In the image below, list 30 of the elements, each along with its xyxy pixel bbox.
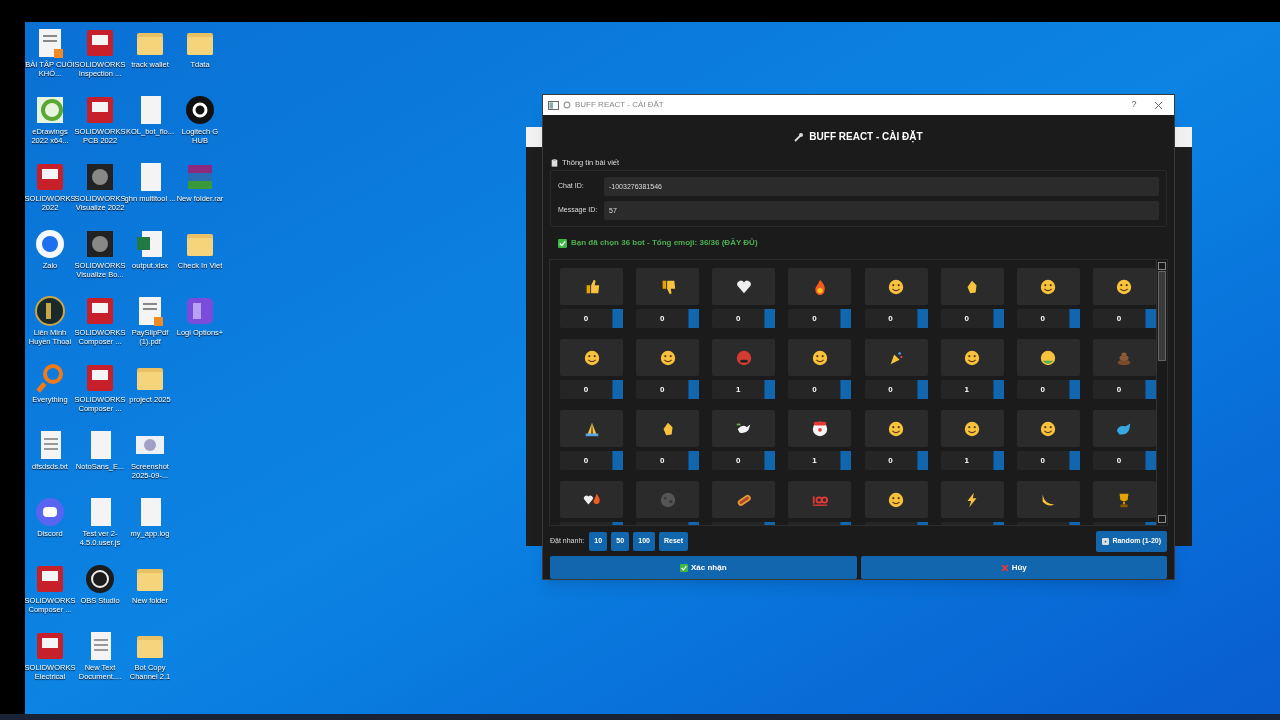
count-spinbox[interactable]: 0 bbox=[636, 309, 700, 328]
count-spinbox[interactable]: 0 bbox=[636, 380, 700, 399]
count-spinbox[interactable]: 0 bbox=[864, 451, 928, 470]
help-button[interactable]: ? bbox=[1124, 98, 1144, 112]
count-spinbox[interactable]: 0 bbox=[864, 309, 928, 328]
status-message: Bạn đã chọn 36 bot - Tổng emoji: 36/36 (ĐẦY ĐỦ) bbox=[571, 237, 758, 249]
count-spinbox[interactable]: 0 bbox=[940, 309, 1004, 328]
count-spinbox[interactable]: 0 bbox=[1092, 451, 1156, 470]
count-spinbox[interactable]: 0 bbox=[560, 380, 623, 399]
count-spinbox[interactable]: 1 bbox=[940, 451, 1004, 470]
window-title: BUFF REACT - CÀI ĐẶT bbox=[575, 99, 664, 111]
count-spinbox[interactable]: 1 bbox=[788, 451, 852, 470]
count-spinbox[interactable]: 0 bbox=[788, 380, 852, 399]
count-spinbox[interactable]: 0 bbox=[1092, 380, 1156, 399]
count-spinbox[interactable]: 0 bbox=[560, 309, 623, 328]
count-spinbox[interactable]: 1 bbox=[712, 380, 776, 399]
count-spinbox[interactable]: 0 bbox=[560, 451, 623, 470]
count-spinbox[interactable]: 0 bbox=[712, 451, 776, 470]
count-spinbox[interactable]: 0 bbox=[788, 309, 852, 328]
count-spinbox[interactable]: 0 bbox=[1016, 380, 1080, 399]
count-spinbox[interactable]: 0 bbox=[1092, 309, 1156, 328]
count-spinbox[interactable]: 0 bbox=[636, 451, 700, 470]
dialog-heading: BUFF REACT - CÀI ĐẶT bbox=[809, 129, 923, 144]
count-spinbox[interactable]: 0 bbox=[1016, 309, 1080, 328]
count-spinbox[interactable]: 0 bbox=[712, 309, 776, 328]
confirm-button[interactable]: Xác nhận bbox=[550, 556, 857, 579]
count-spinbox[interactable]: 1 bbox=[940, 380, 1004, 399]
count-spinbox[interactable]: 0 bbox=[1016, 451, 1080, 470]
cancel-button[interactable]: Hủy bbox=[860, 556, 1167, 579]
count-spinbox[interactable]: 0 bbox=[864, 380, 928, 399]
